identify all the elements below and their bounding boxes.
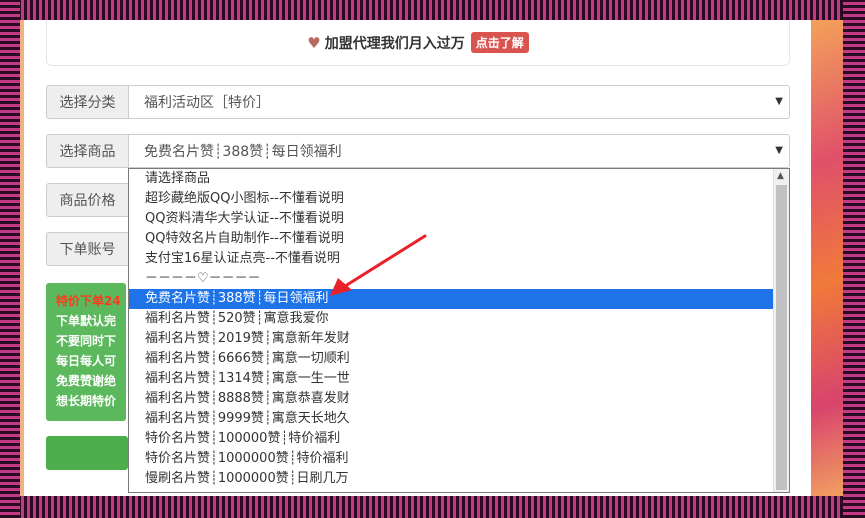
category-label: 选择分类 bbox=[46, 85, 128, 119]
dropdown-scrollbar[interactable]: ▲ bbox=[773, 169, 789, 492]
agent-notice: ♥ 加盟代理我们月入过万 点击了解 bbox=[46, 20, 790, 66]
info-line: 想长期特价 bbox=[56, 394, 117, 408]
product-value: 免费名片赞┊388赞┊每日领福利 bbox=[144, 144, 342, 160]
dropdown-option[interactable]: 福利名片赞┊6666赞┊寓意一切顺利 bbox=[129, 349, 774, 369]
submit-order-button[interactable] bbox=[46, 436, 128, 470]
decorative-frame-left bbox=[0, 0, 20, 518]
product-label: 选择商品 bbox=[46, 134, 128, 168]
info-line: 下单默认完 bbox=[56, 314, 117, 328]
decorative-frame-top bbox=[0, 0, 865, 20]
dropdown-option[interactable]: 福利名片赞┊9999赞┊寓意天长地久 bbox=[129, 409, 774, 429]
dropdown-option[interactable]: 福利名片赞┊8888赞┊寓意恭喜发财 bbox=[129, 389, 774, 409]
chevron-down-icon: ▼ bbox=[775, 96, 783, 107]
dropdown-option[interactable]: 特价名片赞┊1000000赞┊特价福利 bbox=[129, 449, 774, 469]
price-label: 商品价格 bbox=[46, 183, 128, 217]
account-label: 下单账号 bbox=[46, 232, 128, 266]
background-art bbox=[811, 20, 843, 496]
info-line: 每日每人可 bbox=[56, 354, 117, 368]
dropdown-option[interactable]: 超珍藏绝版QQ小图标--不懂看说明 bbox=[129, 189, 774, 209]
dropdown-option[interactable]: QQ特效名片自助制作--不懂看说明 bbox=[129, 229, 774, 249]
dropdown-option[interactable]: 慢刷名片赞┊1000000赞┊日刷几万 bbox=[129, 469, 774, 489]
category-select[interactable]: 福利活动区［特价］ ▼ bbox=[128, 85, 790, 119]
decorative-frame-bottom bbox=[0, 496, 865, 518]
dropdown-option[interactable]: 请选择商品 bbox=[129, 169, 774, 189]
dropdown-option[interactable]: 福利名片赞┊520赞┊寓意我爱你 bbox=[129, 309, 774, 329]
product-row: 选择商品 免费名片赞┊388赞┊每日领福利 ▼ bbox=[46, 134, 790, 168]
info-line: 特价下单24 bbox=[56, 294, 121, 308]
chevron-down-icon: ▼ bbox=[775, 145, 783, 156]
dropdown-option[interactable]: 特价名片赞┊100000赞┊特价福利 bbox=[129, 429, 774, 449]
scrollbar-thumb[interactable] bbox=[776, 185, 787, 490]
info-line: 免费赞谢绝 bbox=[56, 374, 117, 388]
dropdown-option[interactable]: 支付宝16星认证点亮--不懂看说明 bbox=[129, 249, 774, 269]
learn-more-button[interactable]: 点击了解 bbox=[470, 32, 529, 53]
annotation-arrow-icon bbox=[330, 234, 427, 296]
decorative-frame-right bbox=[843, 0, 865, 518]
dropdown-option[interactable]: 福利名片赞┊1314赞┊寓意一生一世 bbox=[129, 369, 774, 389]
info-line: 不要同时下 bbox=[56, 334, 117, 348]
category-value: 福利活动区［特价］ bbox=[144, 95, 270, 111]
heart-icon: ♥ bbox=[307, 33, 321, 52]
dropdown-option[interactable]: －－－－♡－－－－ bbox=[129, 269, 774, 289]
notice-text: 加盟代理我们月入过万 bbox=[324, 35, 465, 52]
product-dropdown-list[interactable]: 请选择商品 超珍藏绝版QQ小图标--不懂看说明 QQ资料清华大学认证--不懂看说明 Q… bbox=[128, 168, 790, 493]
dropdown-option[interactable]: 免费名片赞┊388赞┊每日领福利 bbox=[129, 289, 774, 309]
scroll-up-icon[interactable]: ▲ bbox=[777, 171, 784, 181]
category-row: 选择分类 福利活动区［特价］ ▼ bbox=[46, 85, 790, 119]
dropdown-option[interactable]: QQ资料清华大学认证--不懂看说明 bbox=[129, 209, 774, 229]
order-info-box: 特价下单24 下单默认完 不要同时下 每日每人可 免费赞谢绝 想长期特价 bbox=[46, 283, 126, 421]
product-select[interactable]: 免费名片赞┊388赞┊每日领福利 ▼ bbox=[128, 134, 790, 168]
dropdown-option[interactable]: 福利名片赞┊2019赞┊寓意新年发财 bbox=[129, 329, 774, 349]
